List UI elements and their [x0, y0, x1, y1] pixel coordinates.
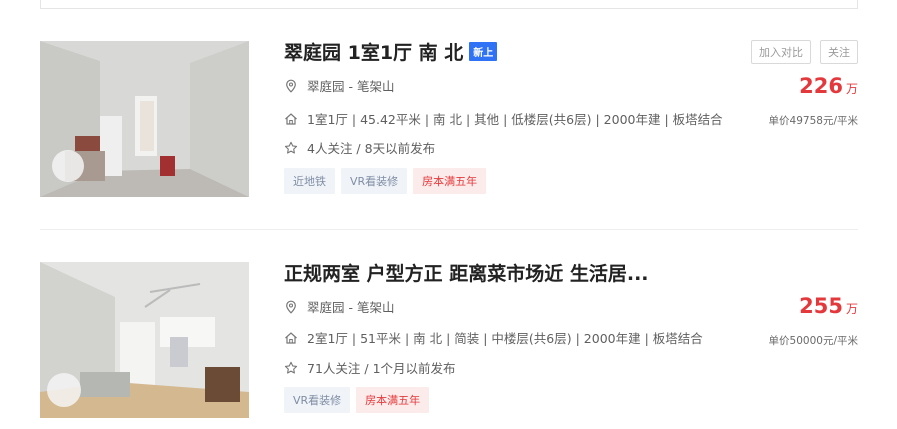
star-icon [284, 141, 298, 155]
location-row: 翠庭园 - 笔架山 [284, 76, 394, 95]
total-price: 255 万 [799, 294, 858, 318]
total-price-unit: 万 [845, 302, 858, 316]
total-price-unit: 万 [845, 82, 858, 96]
total-price-value: 226 [799, 74, 843, 98]
house-info-row: 1室1厅 | 45.42平米 | 南 北 | 其他 | 低楼层(共6层) | 2… [284, 109, 723, 128]
house-info-row: 2室1厅 | 51平米 | 南 北 | 简装 | 中楼层(共6层) | 2000… [284, 328, 703, 347]
tag-subway: 近地铁 [284, 168, 335, 194]
listing-photo[interactable] [40, 262, 249, 418]
listing-card[interactable]: 翠庭园 1室1厅 南 北新上 翠庭园 - 笔架山 1室1厅 | 45.42平米 … [40, 38, 858, 230]
listing-actions: 加入对比 关注 [751, 40, 858, 64]
listing-card[interactable]: 正规两室 户型方正 距离菜市场近 生活居... 翠庭园 - 笔架山 2室1厅 |… [40, 262, 858, 422]
listing-title-text[interactable]: 翠庭园 1室1厅 南 北 [284, 42, 463, 64]
location-link[interactable]: 翠庭园 - 笔架山 [307, 297, 394, 316]
tag-list: VR看装修 房本满五年 [284, 387, 430, 413]
follow-button[interactable]: 关注 [820, 40, 858, 64]
listing-title[interactable]: 翠庭园 1室1厅 南 北新上 [284, 38, 498, 65]
listing-title[interactable]: 正规两室 户型方正 距离菜市场近 生活居... [284, 259, 649, 286]
listing-photo[interactable] [40, 41, 249, 197]
location-row: 翠庭园 - 笔架山 [284, 297, 394, 316]
tag-five-years: 房本满五年 [413, 168, 487, 194]
follow-info-text: 4人关注 / 8天以前发布 [307, 141, 436, 156]
tag-five-years: 房本满五年 [356, 387, 430, 413]
star-icon [284, 361, 298, 375]
house-info-text: 1室1厅 | 45.42平米 | 南 北 | 其他 | 低楼层(共6层) | 2… [307, 112, 723, 127]
new-badge: 新上 [469, 42, 498, 61]
tag-vr: VR看装修 [284, 387, 351, 413]
listing-title-text[interactable]: 正规两室 户型方正 距离菜市场近 生活居... [284, 263, 649, 285]
house-info-text: 2室1厅 | 51平米 | 南 北 | 简装 | 中楼层(共6层) | 2000… [307, 331, 703, 346]
location-link[interactable]: 翠庭园 - 笔架山 [307, 76, 394, 95]
location-pin-icon [284, 79, 298, 93]
house-icon [284, 331, 298, 345]
total-price: 226 万 [799, 74, 858, 98]
tag-vr: VR看装修 [341, 168, 408, 194]
add-compare-button[interactable]: 加入对比 [751, 40, 811, 64]
follow-row: 4人关注 / 8天以前发布 [284, 138, 435, 157]
previous-listing-border [40, 0, 858, 9]
tag-list: 近地铁 VR看装修 房本满五年 [284, 168, 487, 194]
follow-row: 71人关注 / 1个月以前发布 [284, 358, 456, 377]
location-pin-icon [284, 300, 298, 314]
total-price-value: 255 [799, 294, 843, 318]
house-icon [284, 112, 298, 126]
unit-price: 单价49758元/平米 [768, 115, 858, 127]
follow-info-text: 71人关注 / 1个月以前发布 [307, 361, 456, 376]
unit-price: 单价50000元/平米 [768, 335, 858, 347]
